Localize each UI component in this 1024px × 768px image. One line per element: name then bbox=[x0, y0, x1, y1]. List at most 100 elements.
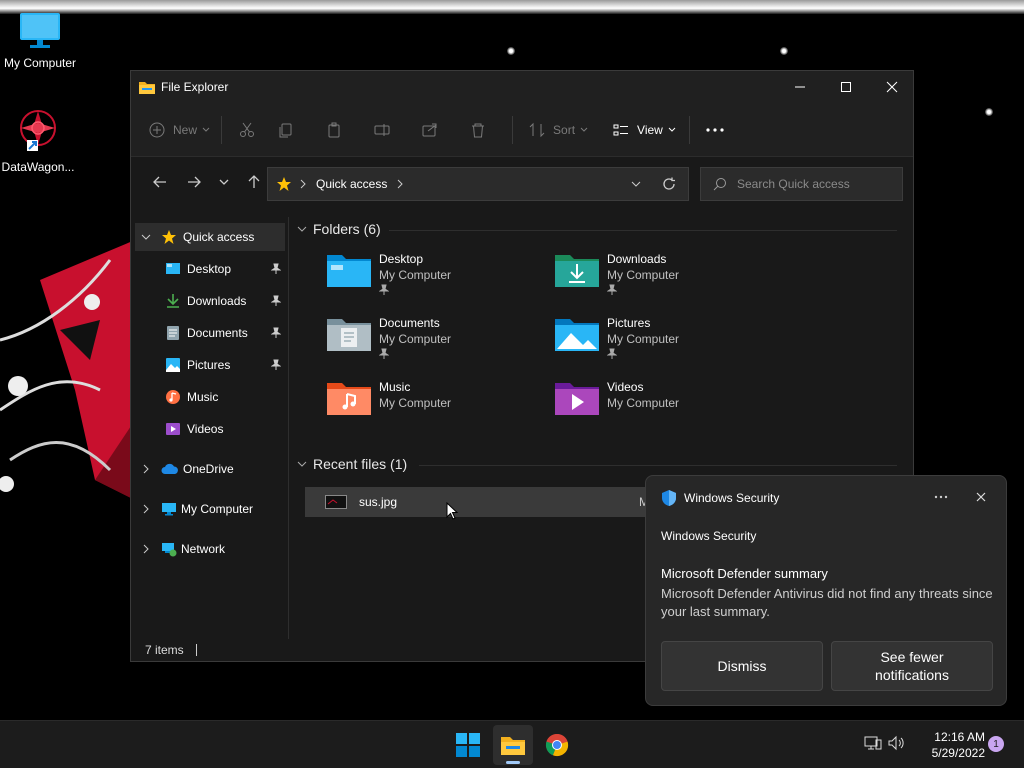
notification-badge[interactable]: 1 bbox=[988, 736, 1004, 752]
sidebar-item-onedrive[interactable]: OneDrive bbox=[135, 455, 285, 483]
share-button[interactable] bbox=[406, 115, 454, 145]
sidebar-item-desktop[interactable]: Desktop bbox=[135, 255, 285, 283]
sidebar-item-downloads[interactable]: Downloads bbox=[135, 287, 285, 315]
recent-file-row[interactable]: sus.jpg M bbox=[305, 487, 649, 517]
pin-icon[interactable] bbox=[271, 359, 281, 371]
see-fewer-label-line2: notifications bbox=[875, 667, 949, 683]
recent-files-section-header[interactable]: Recent files (1) bbox=[297, 456, 897, 472]
sidebar-item-pictures[interactable]: Pictures bbox=[135, 351, 285, 379]
pin-icon[interactable] bbox=[271, 327, 281, 339]
rename-button[interactable] bbox=[358, 115, 406, 145]
folder-tile-downloads[interactable]: Downloads My Computer bbox=[555, 251, 775, 307]
desktop-icon-datawagon[interactable]: DataWagon... bbox=[0, 106, 78, 174]
chevron-right-icon[interactable] bbox=[141, 464, 151, 474]
folder-tile-desktop[interactable]: Desktop My Computer bbox=[327, 251, 547, 307]
divider bbox=[389, 230, 897, 231]
chrome-icon bbox=[545, 733, 569, 757]
folder-tile-documents[interactable]: Documents My Computer bbox=[327, 315, 547, 371]
star-icon bbox=[277, 177, 291, 191]
network-status-icon[interactable] bbox=[864, 735, 882, 754]
cut-button[interactable] bbox=[232, 115, 262, 145]
address-location[interactable]: Quick access bbox=[316, 177, 387, 191]
chevron-down-icon[interactable] bbox=[141, 232, 151, 242]
desktop-icon-my-computer[interactable]: My Computer bbox=[0, 12, 80, 70]
start-button[interactable] bbox=[448, 725, 488, 765]
sidebar-item-music[interactable]: Music bbox=[135, 383, 285, 411]
copy-button[interactable] bbox=[262, 115, 310, 145]
forward-button[interactable] bbox=[177, 167, 211, 197]
delete-button[interactable] bbox=[454, 115, 502, 145]
sidebar-item-my-computer[interactable]: My Computer bbox=[135, 495, 285, 523]
sidebar-item-videos[interactable]: Videos bbox=[135, 415, 285, 443]
taskbar: 12:16 AM 5/29/2022 1 bbox=[0, 720, 1024, 768]
sidebar-item-network[interactable]: Network bbox=[135, 535, 285, 563]
close-button[interactable] bbox=[869, 71, 915, 103]
chevron-down-icon[interactable] bbox=[631, 179, 641, 189]
folder-tile-videos[interactable]: Videos My Computer bbox=[555, 379, 775, 435]
recent-locations-button[interactable] bbox=[211, 167, 237, 197]
network-icon bbox=[162, 543, 177, 557]
copy-icon bbox=[279, 123, 292, 137]
pin-icon bbox=[606, 348, 618, 359]
chevron-right-icon[interactable] bbox=[141, 544, 151, 554]
new-button[interactable]: New bbox=[149, 115, 211, 145]
sidebar-item-label: Network bbox=[181, 542, 226, 556]
notification-more-button[interactable] bbox=[930, 486, 952, 508]
taskbar-file-explorer-button[interactable] bbox=[493, 725, 533, 765]
maximize-button[interactable] bbox=[823, 71, 869, 103]
clock[interactable]: 12:16 AM 5/29/2022 bbox=[915, 729, 985, 761]
navigation-pane: Quick access Desktop Downloads Documents… bbox=[131, 217, 289, 641]
monitor-icon bbox=[20, 13, 60, 48]
sort-button[interactable]: Sort bbox=[529, 115, 589, 145]
up-button[interactable] bbox=[237, 167, 271, 197]
folder-tile-music[interactable]: Music My Computer bbox=[327, 379, 547, 435]
search-box[interactable] bbox=[700, 167, 903, 201]
view-icon bbox=[613, 124, 629, 135]
monitor-icon bbox=[162, 503, 176, 516]
see-fewer-notifications-button[interactable]: See fewer notifications bbox=[831, 641, 993, 691]
volume-icon-button[interactable] bbox=[888, 735, 906, 754]
close-icon bbox=[976, 492, 986, 502]
clipboard-icon bbox=[328, 122, 340, 137]
pin-icon[interactable] bbox=[271, 263, 281, 275]
search-input[interactable] bbox=[737, 177, 887, 191]
sidebar-item-documents[interactable]: Documents bbox=[135, 319, 285, 347]
star-decoration bbox=[985, 108, 993, 116]
chevron-right-icon[interactable] bbox=[141, 504, 151, 514]
paste-button[interactable] bbox=[310, 115, 358, 145]
address-bar[interactable]: Quick access bbox=[267, 167, 689, 201]
notification-body: Microsoft Defender Antivirus did not fin… bbox=[661, 586, 993, 619]
divider bbox=[419, 465, 897, 466]
more-options-button[interactable] bbox=[700, 115, 730, 145]
back-button[interactable] bbox=[143, 167, 177, 197]
notification-app-name: Windows Security bbox=[684, 491, 780, 505]
chevron-down-icon bbox=[580, 127, 588, 132]
refresh-icon[interactable] bbox=[662, 177, 676, 191]
share-icon bbox=[422, 123, 437, 136]
sidebar-item-quick-access[interactable]: Quick access bbox=[135, 223, 285, 251]
sidebar-item-label: Downloads bbox=[187, 294, 247, 308]
folder-tile-pictures[interactable]: Pictures My Computer bbox=[555, 315, 775, 371]
folder-name: Videos bbox=[607, 380, 644, 394]
divider bbox=[512, 115, 514, 144]
dismiss-button[interactable]: Dismiss bbox=[661, 641, 823, 691]
star-decoration bbox=[780, 47, 788, 55]
new-label: New bbox=[173, 122, 198, 137]
view-button[interactable]: View bbox=[613, 115, 677, 145]
taskbar-chrome-button[interactable] bbox=[537, 725, 577, 765]
music-folder-icon bbox=[327, 383, 371, 415]
dismiss-label: Dismiss bbox=[717, 658, 767, 674]
document-icon bbox=[167, 326, 179, 340]
chevron-down-icon bbox=[297, 226, 307, 232]
minimize-button[interactable] bbox=[777, 71, 823, 103]
divider bbox=[195, 644, 197, 656]
clock-date: 5/29/2022 bbox=[931, 746, 985, 760]
desktop-icon-label: DataWagon... bbox=[1, 160, 75, 174]
windows-security-notification[interactable]: Windows Security Windows Security Micros… bbox=[645, 475, 1007, 706]
speaker-icon bbox=[888, 735, 904, 751]
pin-icon[interactable] bbox=[271, 295, 281, 307]
notification-close-button[interactable] bbox=[970, 486, 992, 508]
folder-location: My Computer bbox=[379, 396, 452, 410]
clock-time: 12:16 AM bbox=[934, 730, 985, 744]
folders-section-header[interactable]: Folders (6) bbox=[297, 221, 897, 237]
